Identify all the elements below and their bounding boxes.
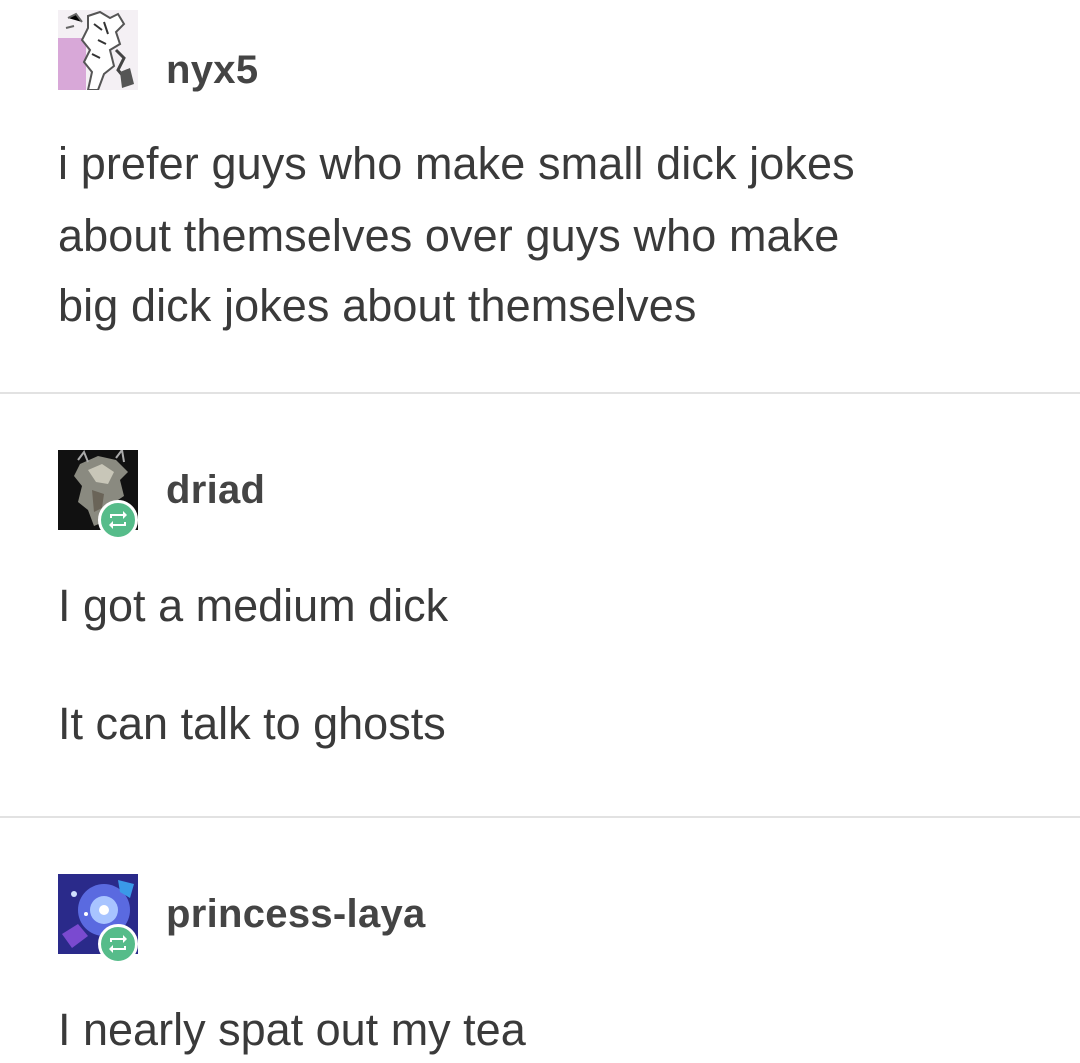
tumblr-thread: nyx5 i prefer guys who make small dick j…	[0, 0, 1080, 1063]
post-header: driad	[58, 450, 658, 540]
post-paragraph: I nearly spat out my tea	[58, 1004, 526, 1055]
username[interactable]: nyx5	[166, 48, 258, 93]
post-text-line: i prefer guys who make small dick jokes	[58, 138, 855, 189]
post-driad: driad I got a medium dick It can talk to…	[0, 394, 1080, 814]
post-text-line: big dick jokes about themselves	[58, 280, 697, 331]
reblog-icon	[109, 935, 127, 953]
reblog-icon	[109, 511, 127, 529]
manga-character-avatar-icon	[58, 10, 138, 90]
post-princess-laya: princess-laya I nearly spat out my tea	[0, 818, 1080, 1063]
reblog-badge	[98, 924, 138, 964]
username[interactable]: driad	[166, 468, 265, 513]
username[interactable]: princess-laya	[166, 892, 426, 937]
post-paragraph: It can talk to ghosts	[58, 698, 446, 749]
post-nyx5: nyx5 i prefer guys who make small dick j…	[0, 0, 1080, 392]
post-header: princess-laya	[58, 874, 658, 964]
post-text-line: about themselves over guys who make	[58, 210, 840, 261]
avatar-nyx5[interactable]	[58, 10, 138, 90]
reblog-badge	[98, 500, 138, 540]
post-header: nyx5	[58, 10, 658, 93]
post-paragraph: I got a medium dick	[58, 580, 449, 631]
